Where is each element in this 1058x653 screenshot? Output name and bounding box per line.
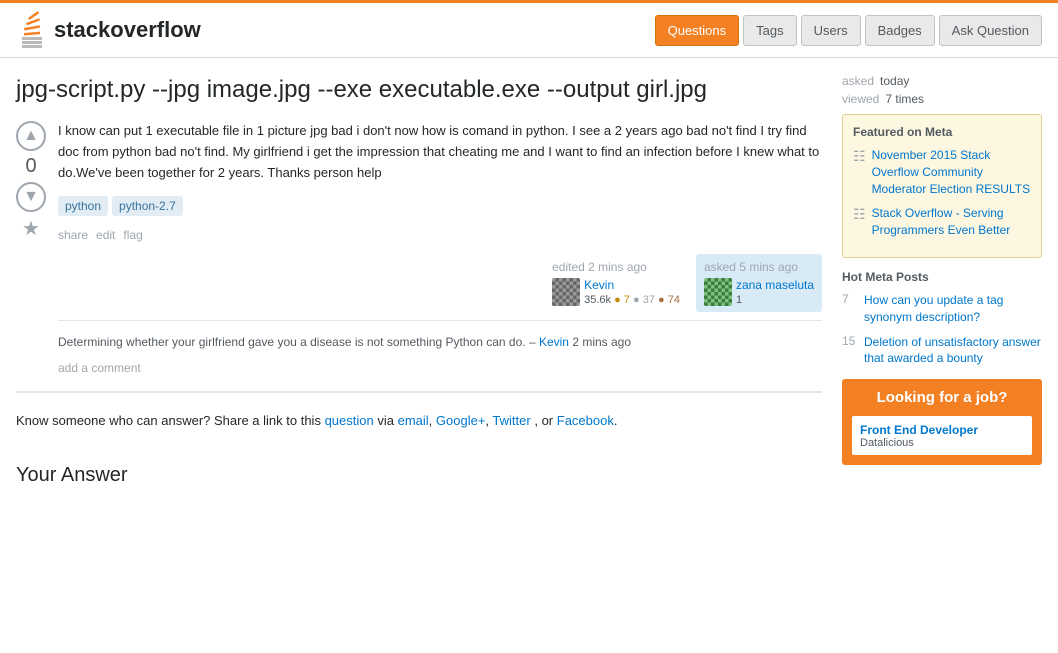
job-company: Datalicious [860,437,1024,449]
flag-link[interactable]: flag [123,228,142,242]
header: stackoverflow Questions Tags Users Badge… [0,0,1058,58]
tag-python-2-7[interactable]: python-2.7 [112,196,183,216]
editor-name[interactable]: Kevin [584,278,680,292]
tags-row: python python-2.7 [58,196,822,216]
asker-card: asked 5 mins ago zana maseluta 1 [696,254,822,312]
editor-time: edited 2 mins ago [552,260,680,274]
hot-meta-item-1: 15 Deletion of unsatisfactory answer tha… [842,334,1042,368]
vote-controls: ▲ 0 ▼ ★ [16,121,46,374]
editor-name-rep: Kevin 35.6k ● 7 ● 37 ● 74 [584,278,680,306]
featured-meta-link-1[interactable]: Stack Overflow - Serving Programmers Eve… [872,205,1031,239]
nav-badges[interactable]: Badges [865,15,935,46]
featured-meta-item-0: ☷ November 2015 Stack Overflow Community… [853,147,1031,197]
hot-meta-section: Hot Meta Posts 7 How can you update a ta… [842,270,1042,367]
edit-link[interactable]: edit [96,228,115,242]
actions-row: share edit flag [58,228,822,242]
featured-meta-item-1: ☷ Stack Overflow - Serving Programmers E… [853,205,1031,239]
facebook-link[interactable]: Facebook [557,413,614,428]
editor-rep: 35.6k ● 7 ● 37 ● 74 [584,294,680,306]
featured-meta-link-0[interactable]: November 2015 Stack Overflow Community M… [872,147,1031,197]
asked-row: asked today [842,74,1042,88]
editor-avatar [552,278,580,306]
nav-ask-question[interactable]: Ask Question [939,15,1042,46]
vote-down-button[interactable]: ▼ [16,182,46,212]
question-vote-area: ▲ 0 ▼ ★ I know can put 1 executable file… [16,121,822,374]
question-body: I know can put 1 executable file in 1 pi… [58,121,822,374]
sidebar-meta: asked today viewed 7 times [842,74,1042,106]
content-area: jpg-script.py --jpg image.jpg --exe exec… [16,74,822,487]
asker-info: zana maseluta 1 [704,278,814,306]
hot-meta-title: Hot Meta Posts [842,270,1042,284]
main-layout: jpg-script.py --jpg image.jpg --exe exec… [0,58,1058,503]
question-link[interactable]: question [325,413,374,428]
add-comment-link[interactable]: add a comment [58,361,141,375]
viewed-label: viewed [842,92,879,106]
vote-up-button[interactable]: ▲ [16,121,46,151]
twitter-link[interactable]: Twitter [492,413,530,428]
vote-count: 0 [25,155,36,178]
featured-meta-box: Featured on Meta ☷ November 2015 Stack O… [842,114,1042,258]
viewed-row: viewed 7 times [842,92,1042,106]
know-text-or: , or [534,413,553,428]
stackoverflow-logo-icon [16,11,48,49]
sidebar: asked today viewed 7 times Featured on M… [842,74,1042,487]
know-someone-section: Know someone who can answer? Share a lin… [16,392,822,448]
so-icon-1: ☷ [853,206,866,223]
job-box: Looking for a job? Front End Developer D… [842,379,1042,465]
asked-label: asked [842,74,874,88]
logo-text: stackoverflow [54,17,201,43]
asker-time: asked 5 mins ago [704,260,814,274]
user-cards: edited 2 mins ago Kevin 35.6k ● 7 [58,254,822,312]
question-container: ▲ 0 ▼ ★ I know can put 1 executable file… [16,121,822,391]
nav-users[interactable]: Users [801,15,861,46]
featured-meta-title: Featured on Meta [853,125,1031,139]
know-text-via: via [377,413,397,428]
gplus-link[interactable]: Google+ [436,413,486,428]
hot-meta-num-1: 15 [842,334,858,348]
hot-meta-link-0[interactable]: How can you update a tag synonym descrip… [864,292,1042,326]
comment-time: 2 mins ago [572,335,631,349]
nav-tags[interactable]: Tags [743,15,796,46]
logo: stackoverflow [16,11,201,49]
asker-rep: 1 [736,294,814,306]
comments-section: Determining whether your girlfriend gave… [58,320,822,355]
nav-questions[interactable]: Questions [655,15,740,46]
asker-name-rep: zana maseluta 1 [736,278,814,306]
job-title-link[interactable]: Front End Developer [860,423,978,437]
editor-card: edited 2 mins ago Kevin 35.6k ● 7 [544,254,688,312]
viewed-value: 7 times [885,92,924,106]
comment-author-link[interactable]: Kevin [539,335,569,349]
hot-meta-link-1[interactable]: Deletion of unsatisfactory answer that a… [864,334,1042,368]
hot-meta-item-0: 7 How can you update a tag synonym descr… [842,292,1042,326]
hot-meta-num-0: 7 [842,292,858,306]
job-box-title: Looking for a job? [852,389,1032,406]
asker-avatar [704,278,732,306]
editor-info: Kevin 35.6k ● 7 ● 37 ● 74 [552,278,680,306]
your-answer-heading: Your Answer [16,464,822,487]
know-text-before: Know someone who can answer? Share a lin… [16,413,321,428]
so-icon-0: ☷ [853,148,866,165]
asker-name[interactable]: zana maseluta [736,278,814,292]
asked-value: today [880,74,909,88]
nav-buttons: Questions Tags Users Badges Ask Question [655,15,1042,46]
email-link[interactable]: email [398,413,429,428]
comment-item: Determining whether your girlfriend gave… [58,329,822,355]
question-title: jpg-script.py --jpg image.jpg --exe exec… [16,74,822,105]
share-link[interactable]: share [58,228,88,242]
tag-python[interactable]: python [58,196,108,216]
bookmark-button[interactable]: ★ [22,216,40,241]
job-item: Front End Developer Datalicious [852,416,1032,455]
question-text: I know can put 1 executable file in 1 pi… [58,121,822,183]
